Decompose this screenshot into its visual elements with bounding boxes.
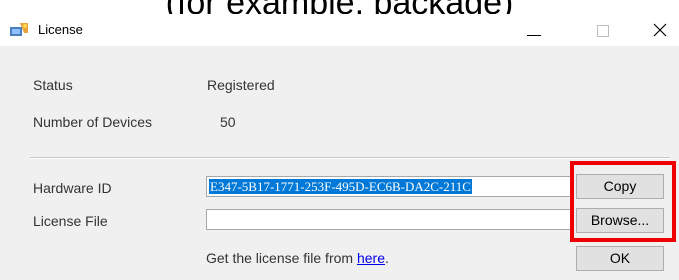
devices-value: 50 [220,114,236,130]
license-dialog: License Status Registered Number of Devi… [0,14,679,280]
hardware-id-label: Hardware ID [33,180,112,196]
here-link[interactable]: here [357,250,385,266]
ok-button[interactable]: OK [576,246,664,271]
hint-prefix: Get the license file from [206,250,357,266]
hardware-id-value: E347-5B17-1771-253F-495D-EC6B-DA2C-211C [209,179,472,194]
status-label: Status [33,77,73,93]
minimize-icon[interactable] [513,14,559,46]
devices-label: Number of Devices [33,114,153,130]
hint-suffix: . [384,250,389,266]
license-file-field[interactable] [206,209,572,230]
browse-button[interactable]: Browse... [576,208,664,233]
license-file-label: License File [33,213,108,229]
title-bar: License [0,14,679,46]
license-hint: Get the license file from here. [206,250,389,266]
status-value: Registered [207,77,275,93]
window-title: License [38,22,83,37]
copy-button[interactable]: Copy [576,174,664,199]
hardware-id-field[interactable]: E347-5B17-1771-253F-495D-EC6B-DA2C-211C [206,176,572,197]
maximize-icon[interactable] [578,14,624,46]
license-app-icon [10,23,28,36]
section-divider [30,157,670,159]
close-icon[interactable] [633,14,679,46]
